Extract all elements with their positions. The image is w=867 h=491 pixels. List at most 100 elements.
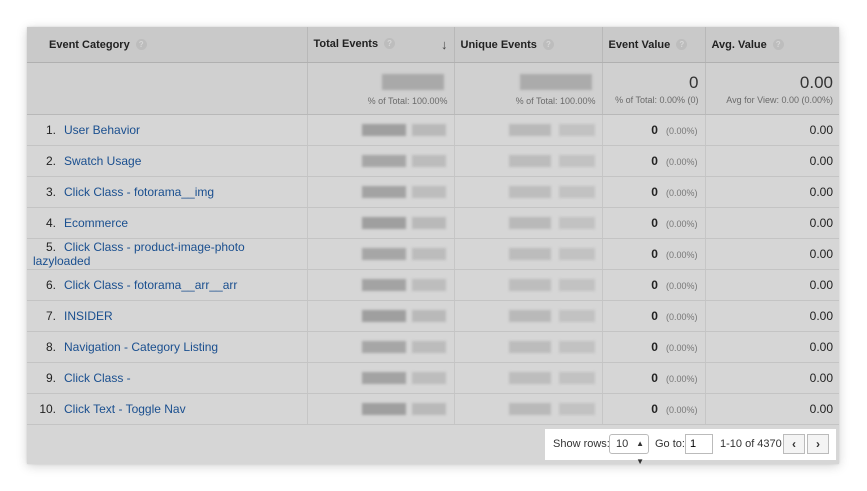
event-value-percent: (0.00%) bbox=[665, 126, 698, 136]
rows-per-page-value: 10 bbox=[616, 438, 629, 450]
row-index: 1. bbox=[45, 123, 56, 137]
column-header-label: Avg. Value bbox=[711, 38, 767, 51]
column-header-unique-events[interactable]: Unique Events? bbox=[454, 27, 603, 63]
unique-events-cell bbox=[454, 207, 603, 239]
goto-page-input[interactable] bbox=[685, 434, 713, 454]
event-category-link[interactable]: Click Class - fotorama__img bbox=[64, 185, 214, 199]
event-value-cell: 0 (0.00%) bbox=[602, 114, 706, 146]
event-value-percent: (0.00%) bbox=[665, 250, 698, 260]
event-category-cell: 8. Navigation - Category Listing bbox=[27, 331, 308, 363]
unique-events-cell bbox=[454, 331, 603, 363]
column-header-avg-value[interactable]: Avg. Value? bbox=[705, 27, 839, 63]
event-category-link[interactable]: Click Text - Toggle Nav bbox=[64, 402, 186, 416]
event-value: 0 bbox=[651, 340, 658, 354]
redacted-value bbox=[314, 394, 448, 424]
avg-value-cell: 0.00 bbox=[705, 362, 839, 394]
event-category-link[interactable]: Click Class - fotorama__arr__arr bbox=[64, 278, 237, 292]
unique-events-cell bbox=[454, 114, 603, 146]
unique-events-cell bbox=[454, 238, 603, 270]
column-header-label: Event Category bbox=[49, 38, 130, 51]
help-icon[interactable]: ? bbox=[135, 39, 147, 51]
redacted-value bbox=[461, 363, 596, 393]
total-events-cell bbox=[307, 269, 455, 301]
redacted-value bbox=[314, 146, 448, 176]
event-value-cell: 0 (0.00%) bbox=[602, 207, 706, 239]
table-row: 3. Click Class - fotorama__img 0 (0.00%) 0.0… bbox=[27, 176, 839, 208]
avg-value: 0.00 bbox=[809, 123, 833, 137]
redacted-value bbox=[461, 115, 596, 145]
pagination-controls: Show rows: 10 ▲▼ Go to: 1-10 of 4370 ‹ › bbox=[545, 429, 836, 464]
column-header-total-events[interactable]: Total Events? ↓ bbox=[307, 27, 455, 63]
table-row: 1. User Behavior 0 (0.00%) 0.00 bbox=[27, 114, 839, 146]
chevron-right-icon: › bbox=[816, 437, 820, 451]
event-category-cell: 2. Swatch Usage bbox=[27, 145, 308, 177]
event-value-cell: 0 (0.00%) bbox=[602, 393, 706, 425]
event-category-cell: 7. INSIDER bbox=[27, 300, 308, 332]
table-row: 4. Ecommerce 0 (0.00%) 0.00 bbox=[27, 207, 839, 239]
totals-value: 0 bbox=[689, 72, 699, 92]
event-category-link[interactable]: Ecommerce bbox=[64, 216, 128, 230]
event-value-percent: (0.00%) bbox=[665, 312, 698, 322]
redacted-value bbox=[314, 239, 448, 269]
event-category-cell: 3. Click Class - fotorama__img bbox=[27, 176, 308, 208]
avg-value: 0.00 bbox=[809, 216, 833, 230]
avg-value-cell: 0.00 bbox=[705, 114, 839, 146]
row-index: 3. bbox=[45, 185, 56, 199]
next-page-button[interactable]: › bbox=[807, 434, 829, 454]
table-footer: Show rows: 10 ▲▼ Go to: 1-10 of 4370 ‹ › bbox=[27, 427, 839, 464]
event-category-link[interactable]: Click Class - bbox=[64, 371, 131, 385]
help-icon[interactable]: ? bbox=[676, 39, 688, 51]
redacted-value bbox=[314, 332, 448, 362]
rows-per-page-select[interactable]: 10 ▲ ▼ bbox=[609, 434, 649, 464]
event-value-percent: (0.00%) bbox=[665, 343, 698, 353]
redacted-value bbox=[461, 270, 596, 300]
redacted-value bbox=[314, 72, 448, 94]
redacted-value bbox=[314, 177, 448, 207]
row-index: 8. bbox=[45, 340, 56, 354]
totals-value: 0.00 bbox=[799, 72, 833, 92]
table-header-row: Event Category? Total Events? ↓ Unique E… bbox=[27, 27, 839, 63]
column-header-event-category[interactable]: Event Category? bbox=[27, 27, 308, 63]
redacted-value bbox=[461, 72, 596, 94]
column-header-label: Event Value bbox=[608, 38, 671, 51]
help-icon[interactable]: ? bbox=[384, 38, 396, 50]
sort-down-arrow-icon[interactable]: ↓ bbox=[441, 37, 448, 52]
totals-total-events: % of Total: 100.00% bbox=[307, 62, 455, 115]
unique-events-cell bbox=[454, 300, 603, 332]
redacted-value bbox=[461, 301, 596, 331]
event-value: 0 bbox=[651, 371, 658, 385]
event-category-cell: 4. Ecommerce bbox=[27, 207, 308, 239]
event-value-percent: (0.00%) bbox=[665, 281, 698, 291]
event-category-link[interactable]: User Behavior bbox=[64, 123, 140, 137]
event-category-link[interactable]: Navigation - Category Listing bbox=[64, 340, 218, 354]
show-rows-label: Show rows: bbox=[553, 438, 610, 450]
event-value: 0 bbox=[651, 278, 658, 292]
event-category-link[interactable]: Click Class - product-image-photo lazylo… bbox=[33, 240, 245, 268]
unique-events-cell bbox=[454, 176, 603, 208]
select-arrows-icon: ▲ ▼ bbox=[636, 439, 644, 464]
event-category-cell: 10. Click Text - Toggle Nav bbox=[27, 393, 308, 425]
totals-unique-events: % of Total: 100.00% bbox=[454, 62, 603, 115]
totals-avg-note: Avg for View: 0.00 (0.00%) bbox=[726, 94, 833, 105]
avg-value: 0.00 bbox=[809, 185, 833, 199]
event-value: 0 bbox=[651, 123, 658, 137]
event-value-cell: 0 (0.00%) bbox=[602, 145, 706, 177]
column-header-event-value[interactable]: Event Value? bbox=[602, 27, 706, 63]
event-value-cell: 0 (0.00%) bbox=[602, 238, 706, 270]
event-category-cell: 5. Click Class - product-image-photo lazy… bbox=[27, 238, 308, 270]
total-events-cell bbox=[307, 300, 455, 332]
previous-page-button[interactable]: ‹ bbox=[783, 434, 805, 454]
event-category-link[interactable]: INSIDER bbox=[64, 309, 113, 323]
redacted-value bbox=[314, 208, 448, 238]
help-icon[interactable]: ? bbox=[542, 39, 554, 51]
redacted-value bbox=[461, 332, 596, 362]
chevron-left-icon: ‹ bbox=[792, 437, 796, 451]
event-category-link[interactable]: Swatch Usage bbox=[64, 154, 141, 168]
event-value-percent: (0.00%) bbox=[665, 374, 698, 384]
totals-label-cell bbox=[27, 62, 308, 115]
event-value-cell: 0 (0.00%) bbox=[602, 331, 706, 363]
redacted-value bbox=[314, 301, 448, 331]
event-value-percent: (0.00%) bbox=[665, 405, 698, 415]
help-icon[interactable]: ? bbox=[772, 39, 784, 51]
table-row: 8. Navigation - Category Listing 0 (0.00%) 0… bbox=[27, 331, 839, 363]
